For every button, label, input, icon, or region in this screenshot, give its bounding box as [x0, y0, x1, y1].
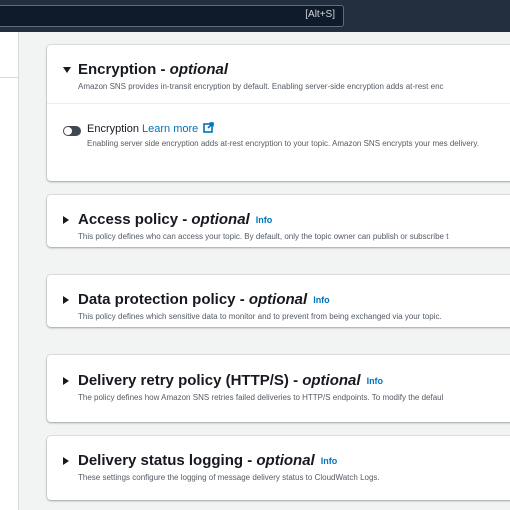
encryption-toggle-label: Encryption Learn more	[87, 122, 215, 136]
section-description: Amazon SNS provides in-transit encryptio…	[78, 82, 444, 91]
access-policy-section-header[interactable]: Access policy - optional Info	[78, 211, 272, 228]
section-optional-label: optional	[302, 372, 361, 389]
delivery-status-logging-section-header[interactable]: Delivery status logging - optional Info	[78, 452, 337, 469]
search-shortcut-hint: [Alt+S]	[305, 9, 335, 20]
caret-right-icon[interactable]	[63, 216, 69, 224]
section-optional-label: optional	[169, 61, 228, 78]
caret-right-icon[interactable]	[63, 377, 69, 385]
section-description: This policy defines which sensitive data…	[78, 312, 442, 321]
delivery-retry-policy-section-header[interactable]: Delivery retry policy (HTTP/S) - optiona…	[78, 372, 383, 389]
external-link-icon[interactable]	[203, 122, 215, 136]
learn-more-link[interactable]: Learn more	[142, 123, 198, 135]
search-input[interactable]: [Alt+S]	[0, 5, 344, 27]
section-description: These settings configure the logging of …	[78, 473, 380, 482]
data-protection-policy-section: Data protection policy - optional Info Th…	[47, 275, 510, 327]
data-protection-policy-section-header[interactable]: Data protection policy - optional Info	[78, 291, 330, 308]
info-link[interactable]: Info	[367, 376, 384, 386]
toggle-label-text: Encryption	[87, 122, 143, 135]
section-optional-label: optional	[256, 452, 315, 469]
top-navigation-bar: [Alt+S]	[0, 0, 510, 32]
toggle-knob	[64, 127, 72, 135]
section-divider	[47, 103, 510, 104]
info-link[interactable]: Info	[321, 456, 338, 466]
caret-right-icon[interactable]	[63, 457, 69, 465]
encryption-section: Encryption - optional Amazon SNS provide…	[47, 45, 510, 181]
section-optional-label: optional	[191, 211, 250, 228]
caret-down-icon[interactable]	[63, 67, 71, 73]
encryption-section-header[interactable]: Encryption - optional	[78, 61, 228, 78]
side-navigation-panel	[0, 32, 19, 510]
info-link[interactable]: Info	[313, 295, 330, 305]
delivery-retry-policy-section: Delivery retry policy (HTTP/S) - optiona…	[47, 355, 510, 422]
encryption-toggle-description: Enabling server side encryption adds at-…	[87, 139, 480, 148]
section-description: The policy defines how Amazon SNS retrie…	[78, 393, 444, 402]
section-optional-label: optional	[248, 291, 308, 308]
section-title: Data protection policy -	[78, 291, 249, 308]
section-title: Delivery retry policy (HTTP/S) -	[78, 372, 303, 389]
delivery-status-logging-section: Delivery status logging - optional Info T…	[47, 436, 510, 500]
section-description: This policy defines who can access your …	[78, 232, 449, 241]
section-title: Delivery status logging -	[78, 452, 257, 469]
section-title: Encryption -	[78, 61, 170, 78]
access-policy-section: Access policy - optional Info This policy…	[47, 195, 510, 247]
section-title: Access policy -	[78, 211, 192, 228]
info-link[interactable]: Info	[256, 215, 273, 225]
caret-right-icon[interactable]	[63, 296, 69, 304]
side-navigation-divider	[0, 77, 18, 78]
encryption-toggle[interactable]	[63, 126, 81, 136]
